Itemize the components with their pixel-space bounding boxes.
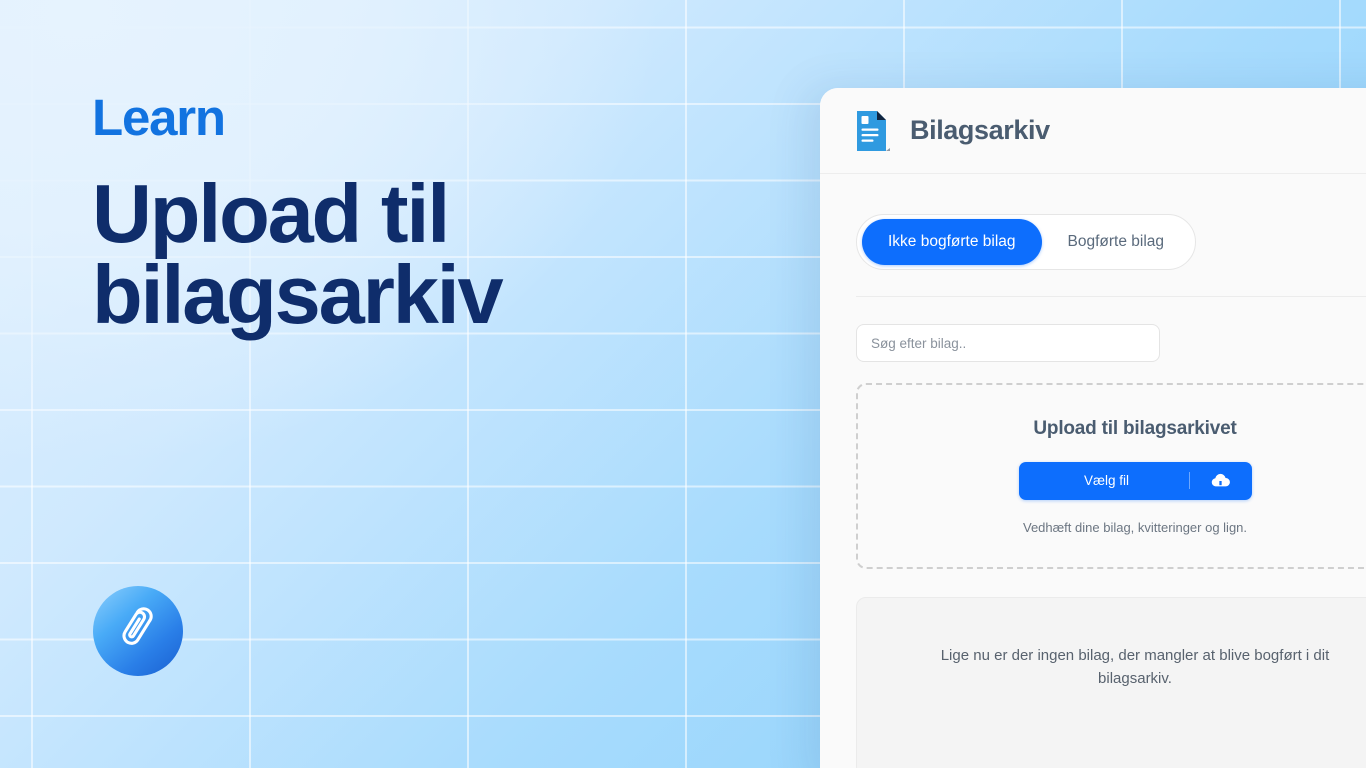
bilagsarkiv-panel: Bilagsarkiv Ikke bogførte bilag Bogførte… — [820, 88, 1366, 768]
paperclip-icon — [93, 586, 183, 676]
page-title: Upload til bilagsarkiv — [92, 167, 504, 342]
empty-state-card: Lige nu er der ingen bilag, der mangler … — [856, 597, 1366, 768]
upload-dropzone[interactable]: Upload til bilagsarkivet Vælg fil Vedhæf… — [856, 383, 1366, 569]
cloud-upload-icon — [1190, 473, 1252, 488]
panel-body: Ikke bogførte bilag Bogførte bilag Søg e… — [820, 174, 1366, 768]
upload-title: Upload til bilagsarkivet — [1033, 417, 1237, 439]
search-placeholder: Søg efter bilag.. — [871, 335, 967, 351]
upload-hint: Vedhæft dine bilag, kvitteringer og lign… — [1022, 519, 1248, 535]
choose-file-label: Vælg fil — [1083, 473, 1129, 488]
hero-section: Learn Upload til bilagsarkiv — [92, 92, 792, 336]
search-input[interactable]: Søg efter bilag.. — [856, 324, 1160, 362]
section-divider — [856, 296, 1366, 297]
empty-state-message: Lige nu er der ingen bilag, der mangler … — [940, 647, 1330, 688]
cloud-upload-glyph — [1211, 473, 1230, 487]
paperclip-glyph — [122, 607, 153, 645]
document-icon — [854, 109, 892, 153]
choose-file-button[interactable]: Vælg fil — [1018, 461, 1252, 500]
panel-header: Bilagsarkiv — [820, 88, 1366, 174]
tab-ikke-bogforte-bilag[interactable]: Ikke bogførte bilag — [862, 219, 1042, 265]
bilag-filter-tabs: Ikke bogførte bilag Bogførte bilag — [856, 214, 1197, 270]
hero-eyebrow: Learn — [92, 89, 226, 146]
tab-bogforte-bilag[interactable]: Bogførte bilag — [1042, 219, 1191, 265]
panel-title: Bilagsarkiv — [910, 115, 1050, 145]
document-glyph — [857, 110, 890, 151]
